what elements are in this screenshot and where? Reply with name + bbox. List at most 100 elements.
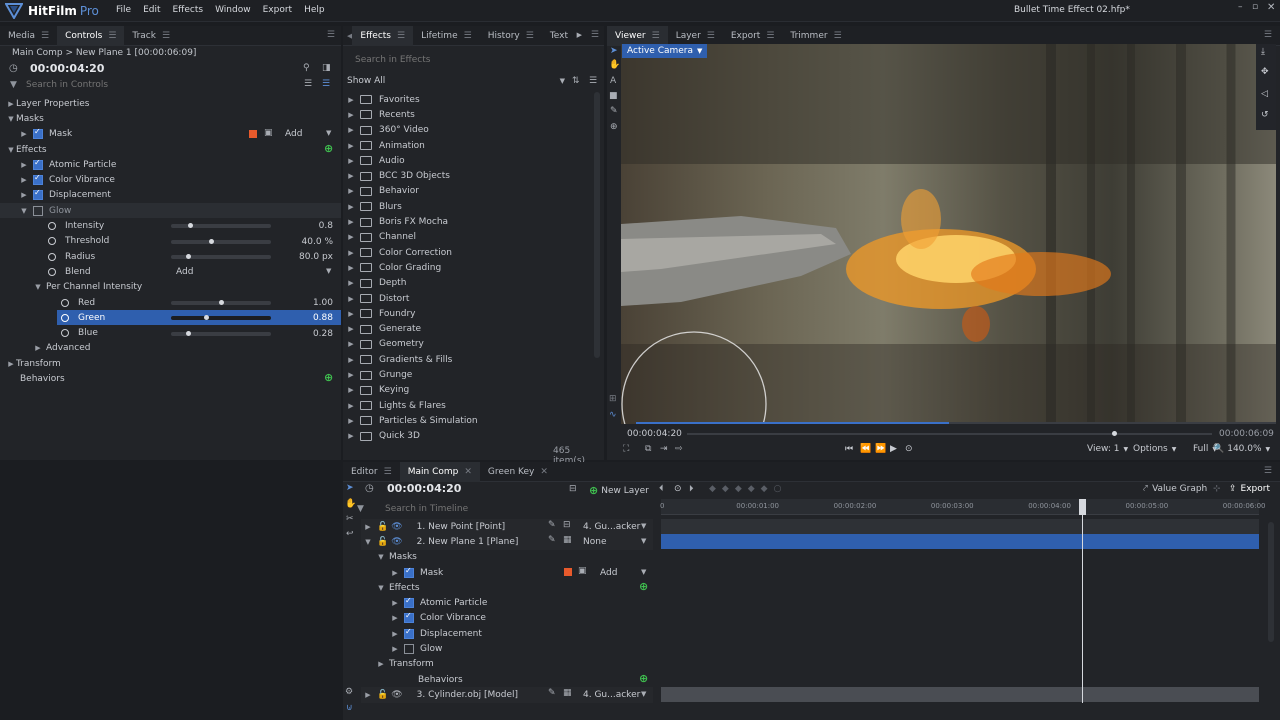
tab-track[interactable]: Track ☰ [124,26,178,46]
select-tool-icon[interactable]: ➤ [610,46,618,56]
tree-row-effect[interactable]: ▶ Atomic Particle [0,157,341,172]
filter-icon[interactable]: ▼ [357,504,364,514]
add-effect-icon[interactable]: ⊕ [639,580,648,593]
track-bar-selected[interactable] [661,534,1259,549]
timeline-search-input[interactable] [383,502,633,516]
dropdown-arrow-icon[interactable]: ▼ [326,129,331,137]
keyframe-icon[interactable] [61,313,69,322]
panel-menu-icon[interactable]: ☰ [591,30,599,40]
expand-arrow-icon[interactable]: ▶ [346,295,356,303]
tab-text[interactable]: Text [542,26,576,46]
pen-icon[interactable]: ✎ [548,688,556,698]
sub-row-mask[interactable]: ▶ Mask ▣ Add ▼ [361,565,653,580]
tab-media[interactable]: Media ☰ [0,26,57,46]
timecode[interactable]: 00:00:04:20 [30,62,104,75]
collapse-arrow-icon[interactable]: ▼ [376,584,386,592]
expand-arrow-icon[interactable]: ▶ [390,599,400,607]
channel-value[interactable]: 0.88 [313,313,333,323]
param-value[interactable]: 40.0 % [302,237,333,247]
close-tab-icon[interactable]: ✕ [464,467,472,477]
razor-tool-icon[interactable]: ✂ [346,514,354,524]
channel-slider[interactable] [171,299,271,305]
layer-parent[interactable]: 4. Gu...acker [583,522,640,532]
text-tool-icon[interactable]: A [610,76,616,86]
channel-value[interactable]: 1.00 [313,298,333,308]
active-camera-dropdown[interactable]: Active Camera ▼ [622,44,708,58]
expand-arrow-icon[interactable]: ▶ [346,417,356,425]
expand-arrow-icon[interactable]: ▶ [346,218,356,226]
effect-checkbox[interactable] [33,158,43,170]
param-row-blend[interactable]: Blend Add ▼ [0,264,341,279]
viewer-scrubber[interactable] [687,431,1212,436]
magnet-icon[interactable]: ⊍ [346,703,353,713]
effects-folder[interactable]: ▶ 360° Video [343,123,428,138]
mask-mode-icon[interactable]: ▣ [578,566,587,576]
channel-value[interactable]: 0.28 [313,329,333,339]
playhead-line[interactable] [1082,499,1083,703]
tree-row-effects[interactable]: ▼ Effects ⊕ [0,142,341,157]
expand-arrow-icon[interactable]: ▶ [346,126,356,134]
collapse-arrow-icon[interactable]: ▼ [33,283,43,291]
effect-checkbox[interactable] [33,173,43,186]
effects-folder[interactable]: ▶ Boris FX Mocha [343,214,448,229]
collapse-arrow-icon[interactable]: ▼ [376,553,386,561]
sub-row-effect[interactable]: ▶ Glow [361,641,653,656]
param-row[interactable]: Radius 80.0 px [0,249,341,264]
export-frame-icon[interactable]: ⇥ [660,444,668,454]
scrubber-knob[interactable] [1111,431,1117,436]
timeline-scrollbar[interactable] [1268,522,1274,642]
sub-row-effect[interactable]: ▶ Displacement [361,626,653,641]
effects-scrollbar[interactable] [594,92,600,358]
editor-timecode[interactable]: 00:00:04:20 [387,482,461,495]
close-tab-icon[interactable]: ✕ [540,467,548,477]
effects-folder[interactable]: ▶ Quick 3D [343,429,420,444]
channel-row-selected[interactable]: Green 0.88 [57,310,341,326]
param-slider[interactable] [171,254,271,259]
effects-folder[interactable]: ▶ Particles & Simulation [343,413,477,428]
expand-arrow-icon[interactable]: ▶ [346,340,356,348]
effects-folder[interactable]: ▶ Channel [343,230,416,245]
visibility-eye-icon[interactable]: 👁 [391,522,402,532]
tree-row-behaviors[interactable]: Behaviors ⊕ [0,371,341,386]
effects-folder[interactable]: ▶ Lights & Flares [343,398,446,413]
effects-folder[interactable]: ▶ Generate [343,322,421,337]
effects-folder[interactable]: ▶ Blurs [343,199,401,214]
expand-arrow-icon[interactable]: ▶ [346,310,356,318]
menu-edit[interactable]: Edit [143,5,160,15]
collapse-arrow-icon[interactable]: ▼ [6,146,16,154]
slider-knob[interactable] [204,315,209,321]
menu-icon[interactable]: ☰ [766,31,774,41]
zoom-icon[interactable]: ⊹ [1213,484,1221,494]
effects-folder[interactable]: ▶ Animation [343,138,425,153]
effect-checkbox[interactable] [404,611,414,624]
blend-value[interactable]: Add [176,267,193,277]
new-layer-button[interactable]: ⊕ New Layer [589,484,649,497]
tree-row-per-channel[interactable]: ▼ Per Channel Intensity [0,280,341,295]
skip-start-icon[interactable]: ⏮ [845,444,853,454]
expand-arrow-icon[interactable]: ▶ [363,691,373,699]
dropdown-arrow-icon[interactable]: ▼ [641,568,646,576]
effects-folder[interactable]: ▶ Audio [343,153,404,168]
rotate-icon[interactable]: ↺ [1261,110,1269,120]
dropdown-arrow-icon[interactable]: ▼ [641,690,646,698]
slip-tool-icon[interactable]: ↩ [346,529,354,539]
tree-row-mask[interactable]: ▶ Mask ▣ Add ▼ [0,127,341,142]
step-forward-icon[interactable]: ⏩ [875,444,886,454]
sub-row-effects[interactable]: ▼ Effects ⊕ [361,580,653,595]
effects-folder[interactable]: ▶ Foundry [343,306,415,321]
channel-slider[interactable] [171,315,271,321]
expand-arrow-icon[interactable]: ▶ [390,569,400,577]
zoom-tool-icon[interactable]: ⊕ [610,122,618,132]
prev-keyframe-icon[interactable]: ⏴ [659,484,664,494]
track-bar[interactable] [661,519,1259,534]
pen-icon[interactable]: ✎ [548,535,556,545]
close-icon[interactable]: ✕ [1267,2,1275,13]
param-slider[interactable] [171,223,271,229]
dropdown-arrow-icon[interactable]: ▼ [641,537,646,545]
tab-export[interactable]: Export ☰ [723,26,783,46]
mask-checkbox[interactable] [404,566,414,578]
export-button[interactable]: ⇪ Export [1229,484,1270,494]
add-behavior-icon[interactable]: ⊕ [324,371,333,384]
mask-blend-value[interactable]: Add [285,129,302,139]
param-value[interactable]: 0.8 [319,221,333,231]
